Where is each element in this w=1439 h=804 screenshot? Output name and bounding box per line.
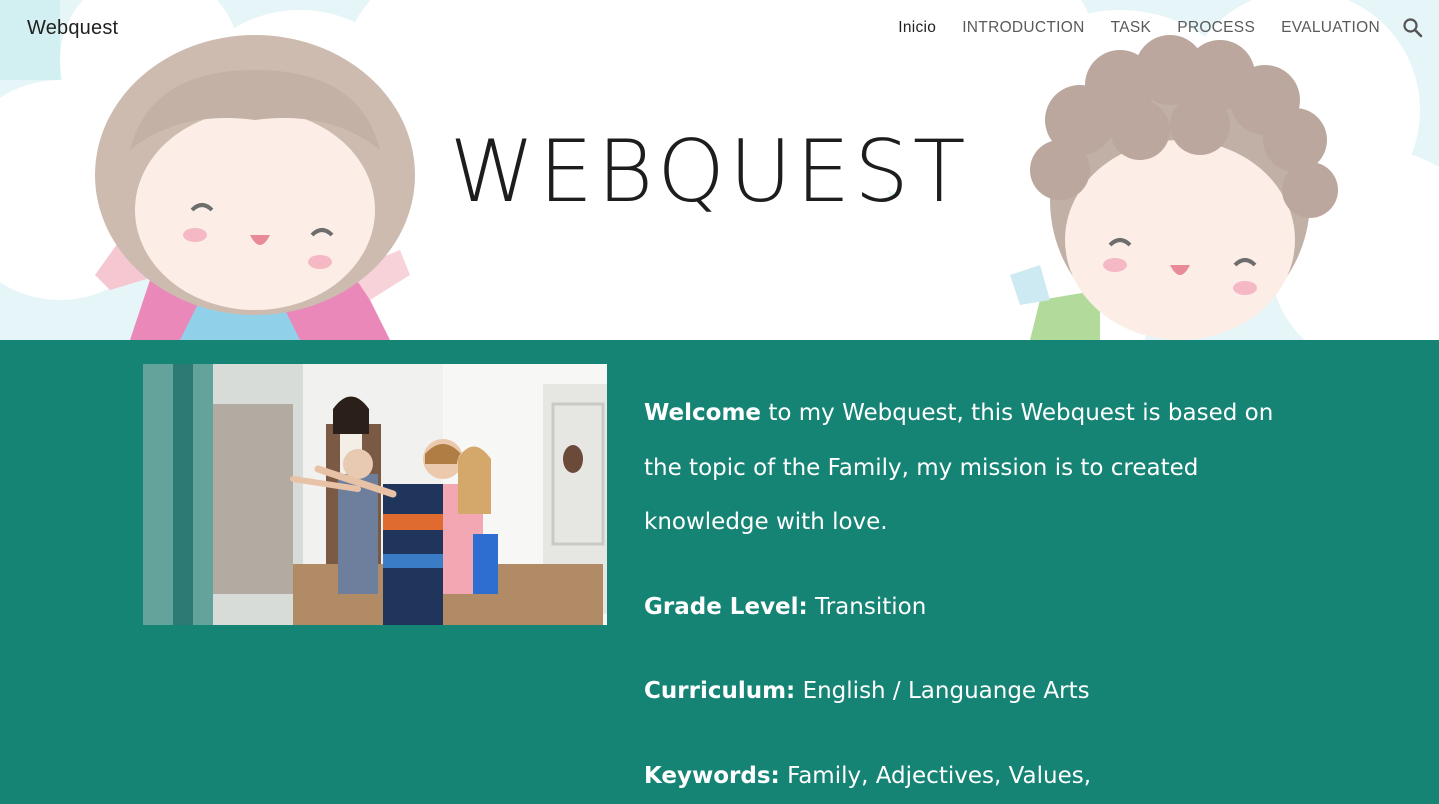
site-title[interactable]: Webquest (27, 17, 118, 40)
grade-level-value: Transition (807, 594, 927, 620)
children-museum-photo (143, 364, 607, 625)
nav-item-process[interactable]: PROCESS (1177, 19, 1255, 37)
curriculum-line: Curriculum: English / Languange Arts (644, 676, 1090, 706)
nav-item-evaluation[interactable]: EVALUATION (1281, 19, 1380, 37)
nav-menu: Inicio INTRODUCTION TASK PROCESS EVALUAT… (872, 19, 1380, 37)
keywords-value: Family, Adjectives, Values, (779, 763, 1092, 789)
page-title: WEBQUEST (449, 122, 970, 222)
photo-image (143, 364, 607, 625)
keywords-label: Keywords: (644, 763, 780, 789)
curriculum-value: English / Languange Arts (795, 678, 1090, 704)
search-icon (1403, 18, 1423, 38)
keywords-line: Keywords: Family, Adjectives, Values, (644, 761, 1091, 791)
grade-level-label: Grade Level: (644, 594, 808, 620)
hero-banner: Webquest Inicio INTRODUCTION TASK PROCES… (0, 0, 1439, 340)
nav-item-task[interactable]: TASK (1111, 19, 1152, 37)
search-button[interactable] (1401, 16, 1425, 40)
welcome-paragraph: Welcome to my Webquest, this Webquest is… (644, 386, 1304, 550)
grade-level-line: Grade Level: Transition (644, 592, 926, 622)
main-content: Welcome to my Webquest, this Webquest is… (0, 340, 1439, 804)
welcome-word: Welcome (644, 400, 762, 426)
nav-item-inicio[interactable]: Inicio (898, 19, 936, 37)
nav-item-introduction[interactable]: INTRODUCTION (962, 19, 1084, 37)
curriculum-label: Curriculum: (644, 678, 796, 704)
top-navigation-bar: Webquest Inicio INTRODUCTION TASK PROCES… (0, 0, 1439, 58)
